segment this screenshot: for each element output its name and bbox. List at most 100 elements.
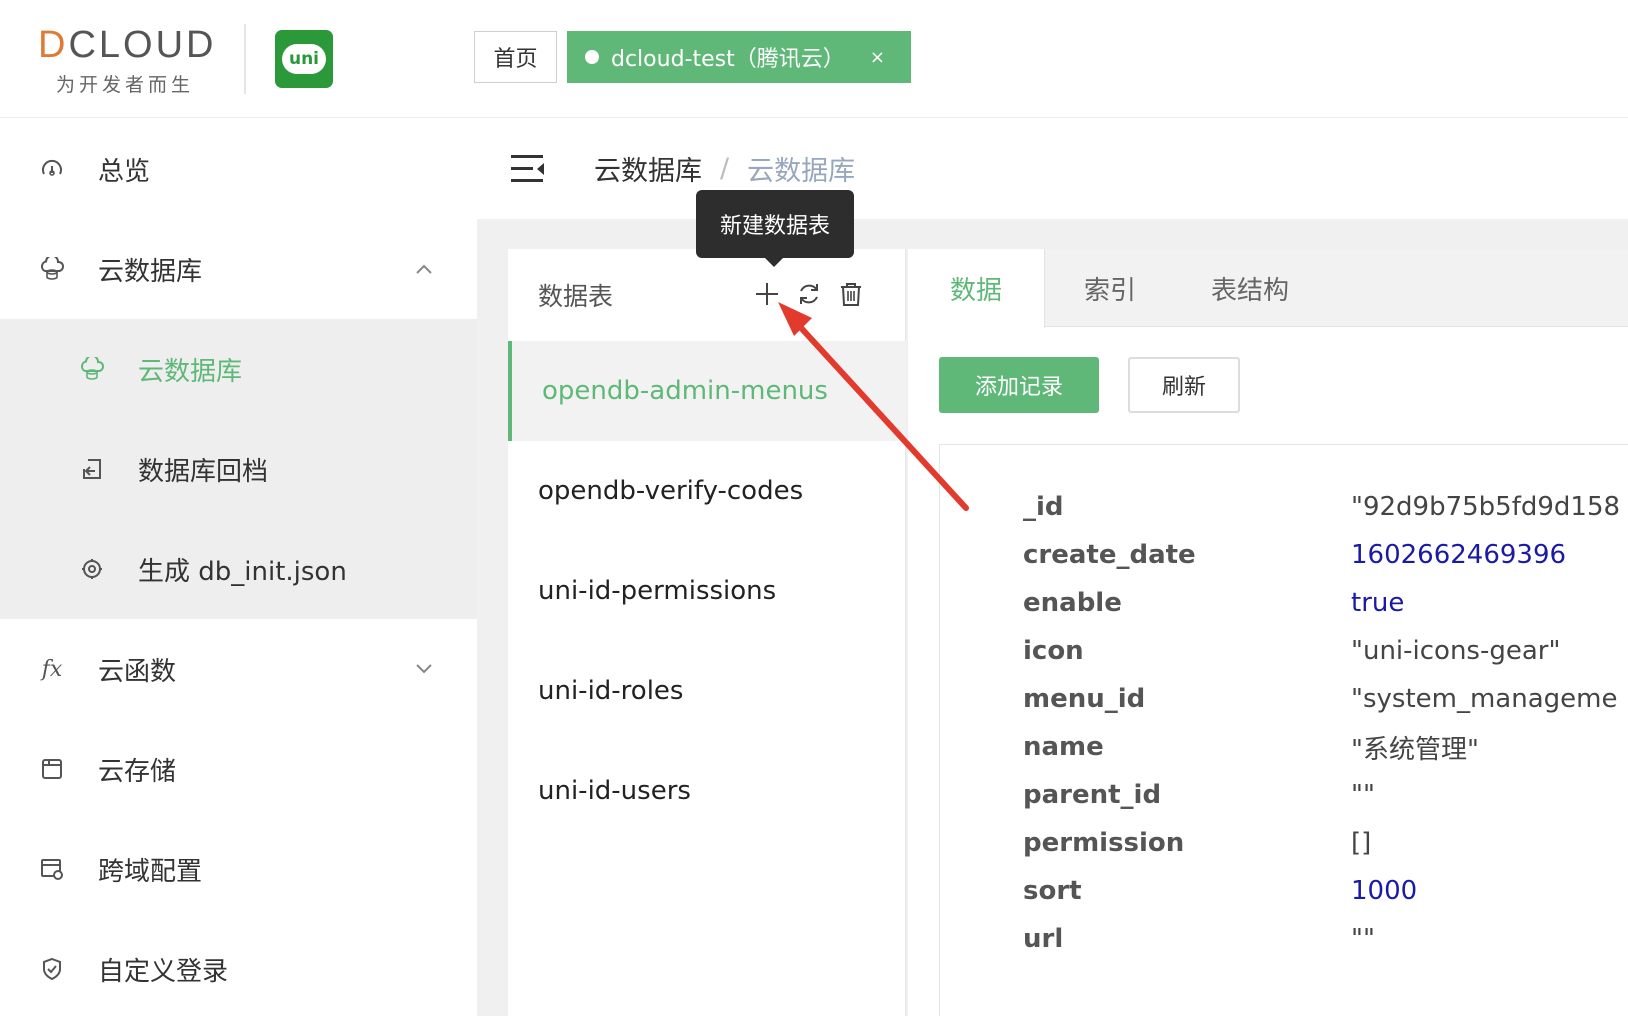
- header-divider: [244, 24, 246, 94]
- sidebar-subitem-cloud-database[interactable]: 云数据库: [0, 319, 477, 419]
- record-value: "system_manageme: [1351, 684, 1618, 714]
- record-key: sort: [1023, 876, 1082, 906]
- sidebar-item-cors-config[interactable]: 跨域配置: [0, 819, 477, 919]
- record-field: create_date 1602662469396: [940, 530, 1628, 580]
- tab-index[interactable]: 索引: [1045, 249, 1175, 327]
- sidebar-subitem-label: 生成 db_init.json: [138, 556, 347, 587]
- record-field: parent_id "": [940, 770, 1628, 820]
- record-field: url "": [940, 914, 1628, 964]
- new-table-tooltip: 新建数据表: [696, 190, 854, 267]
- tab-label: dcloud-test（腾讯云）: [611, 47, 845, 72]
- add-record-button[interactable]: 添加记录: [939, 357, 1099, 413]
- breadcrumb-current: 云数据库: [747, 156, 856, 187]
- record-field: name "系统管理": [940, 722, 1628, 772]
- logo-slogan: 为开发者而生: [56, 74, 195, 96]
- record-value: 1000: [1351, 876, 1418, 906]
- dcloud-logo[interactable]: DCLOUD 为开发者而生: [38, 24, 218, 96]
- shield-icon: [38, 955, 66, 983]
- chevron-down-icon[interactable]: [415, 659, 433, 680]
- add-table-icon[interactable]: [752, 279, 782, 309]
- chevron-up-icon[interactable]: [415, 259, 433, 280]
- sidebar-item-label: 总览: [98, 156, 151, 187]
- breadcrumb: 云数据库 / 云数据库: [594, 149, 855, 188]
- record-field: sort 1000: [940, 866, 1628, 916]
- sidebar-item-overview[interactable]: 总览: [0, 119, 477, 219]
- generate-icon: [78, 555, 106, 583]
- record-key: _id: [1023, 492, 1064, 522]
- record-field: menu_id "system_manageme: [940, 674, 1628, 724]
- table-list-title: 数据表: [538, 282, 614, 311]
- sidebar-item-label: 云函数: [98, 656, 177, 687]
- record-key: enable: [1023, 588, 1122, 618]
- record-value: []: [1351, 828, 1372, 858]
- cloud-database-icon: [38, 255, 66, 283]
- fx-icon: fx: [41, 656, 63, 682]
- trash-icon[interactable]: [836, 279, 866, 309]
- record-value: 1602662469396: [1351, 540, 1567, 570]
- menu-toggle-icon[interactable]: [511, 155, 545, 183]
- close-icon[interactable]: ×: [870, 47, 885, 68]
- uni-logo[interactable]: uni: [275, 30, 333, 88]
- refresh-icon[interactable]: [794, 279, 824, 309]
- record-field: permission []: [940, 818, 1628, 868]
- record-key: parent_id: [1023, 780, 1162, 810]
- record-value: true: [1351, 588, 1405, 618]
- sidebar-item-cloud-storage[interactable]: 云存储: [0, 719, 477, 819]
- sidebar-item-custom-login[interactable]: 自定义登录: [0, 919, 477, 1016]
- breadcrumb-separator: /: [720, 153, 730, 184]
- sidebar-item-label: 自定义登录: [98, 956, 229, 987]
- record-key: permission: [1023, 828, 1185, 858]
- data-panel-tabs: 数据 索引 表结构: [908, 249, 1628, 328]
- tab-data[interactable]: 数据: [908, 249, 1045, 328]
- cloud-database-submenu: 云数据库 数据库回档 生成 db_init.json: [0, 319, 477, 619]
- sidebar-subitem-label: 云数据库: [138, 356, 243, 387]
- record-key: create_date: [1023, 540, 1196, 570]
- table-list-panel: 数据表 opendb-admin-menus opendb-verify-cod…: [508, 249, 906, 1016]
- sidebar-subitem-db-rollback[interactable]: 数据库回档: [0, 419, 477, 519]
- record-key: url: [1023, 924, 1064, 954]
- sidebar-item-label: 跨域配置: [98, 856, 203, 887]
- record-value: "uni-icons-gear": [1351, 636, 1561, 666]
- breadcrumb-item[interactable]: 云数据库: [594, 149, 702, 188]
- table-list-header: 数据表: [508, 249, 906, 341]
- uni-logo-text: uni: [282, 44, 326, 74]
- tab-dcloud-test[interactable]: dcloud-test（腾讯云） ×: [567, 31, 911, 83]
- tab-status-dot: [585, 50, 599, 64]
- refresh-button[interactable]: 刷新: [1128, 357, 1240, 413]
- record-value: "": [1351, 780, 1375, 810]
- logo-wordmark: DCLOUD: [38, 24, 217, 66]
- record-card[interactable]: _id "92d9b75b5fd9d158 create_date 160266…: [939, 444, 1628, 1016]
- tab-home[interactable]: 首页: [474, 31, 557, 83]
- record-value: "": [1351, 924, 1375, 954]
- app-header: DCLOUD 为开发者而生 uni 首页 dcloud-test（腾讯云） ×: [0, 0, 1628, 118]
- table-list-item[interactable]: uni-id-permissions: [508, 541, 906, 641]
- tab-schema[interactable]: 表结构: [1175, 249, 1325, 327]
- record-key: name: [1023, 732, 1104, 762]
- table-list-item[interactable]: uni-id-users: [508, 741, 906, 841]
- table-list-item[interactable]: opendb-verify-codes: [508, 441, 906, 541]
- sidebar-subitem-label: 数据库回档: [138, 456, 269, 487]
- table-data-panel: 数据 索引 表结构 添加记录 刷新 _id "92d9b75b5fd9d158 …: [908, 249, 1628, 1016]
- sidebar-item-label: 云数据库: [98, 256, 203, 287]
- content-topbar: 云数据库 / 云数据库: [477, 119, 1628, 219]
- storage-icon: [38, 755, 66, 783]
- record-value: "系统管理": [1351, 734, 1479, 765]
- rollback-icon: [78, 455, 106, 483]
- sidebar-item-label: 云存储: [98, 756, 177, 787]
- cloud-database-icon: [78, 355, 106, 383]
- sidebar-item-cloud-database[interactable]: 云数据库: [0, 219, 477, 319]
- dashboard-icon: [38, 155, 66, 183]
- table-list-item[interactable]: opendb-admin-menus: [508, 341, 906, 441]
- record-field: _id "92d9b75b5fd9d158: [940, 482, 1628, 532]
- record-key: icon: [1023, 636, 1084, 666]
- browser-config-icon: [38, 855, 66, 883]
- sidebar-subitem-generate-db-init[interactable]: 生成 db_init.json: [0, 519, 477, 619]
- record-field: icon "uni-icons-gear": [940, 626, 1628, 676]
- record-field: enable true: [940, 578, 1628, 628]
- sidebar: 总览 云数据库 云数据库 数据库回档 生成 db_init.json fx 云函…: [0, 119, 477, 1016]
- sidebar-item-cloud-functions[interactable]: fx 云函数: [0, 619, 477, 719]
- record-key: menu_id: [1023, 684, 1146, 714]
- main-content: 数据表 opendb-admin-menus opendb-verify-cod…: [477, 219, 1628, 1016]
- record-value: "92d9b75b5fd9d158: [1351, 492, 1621, 522]
- table-list-item[interactable]: uni-id-roles: [508, 641, 906, 741]
